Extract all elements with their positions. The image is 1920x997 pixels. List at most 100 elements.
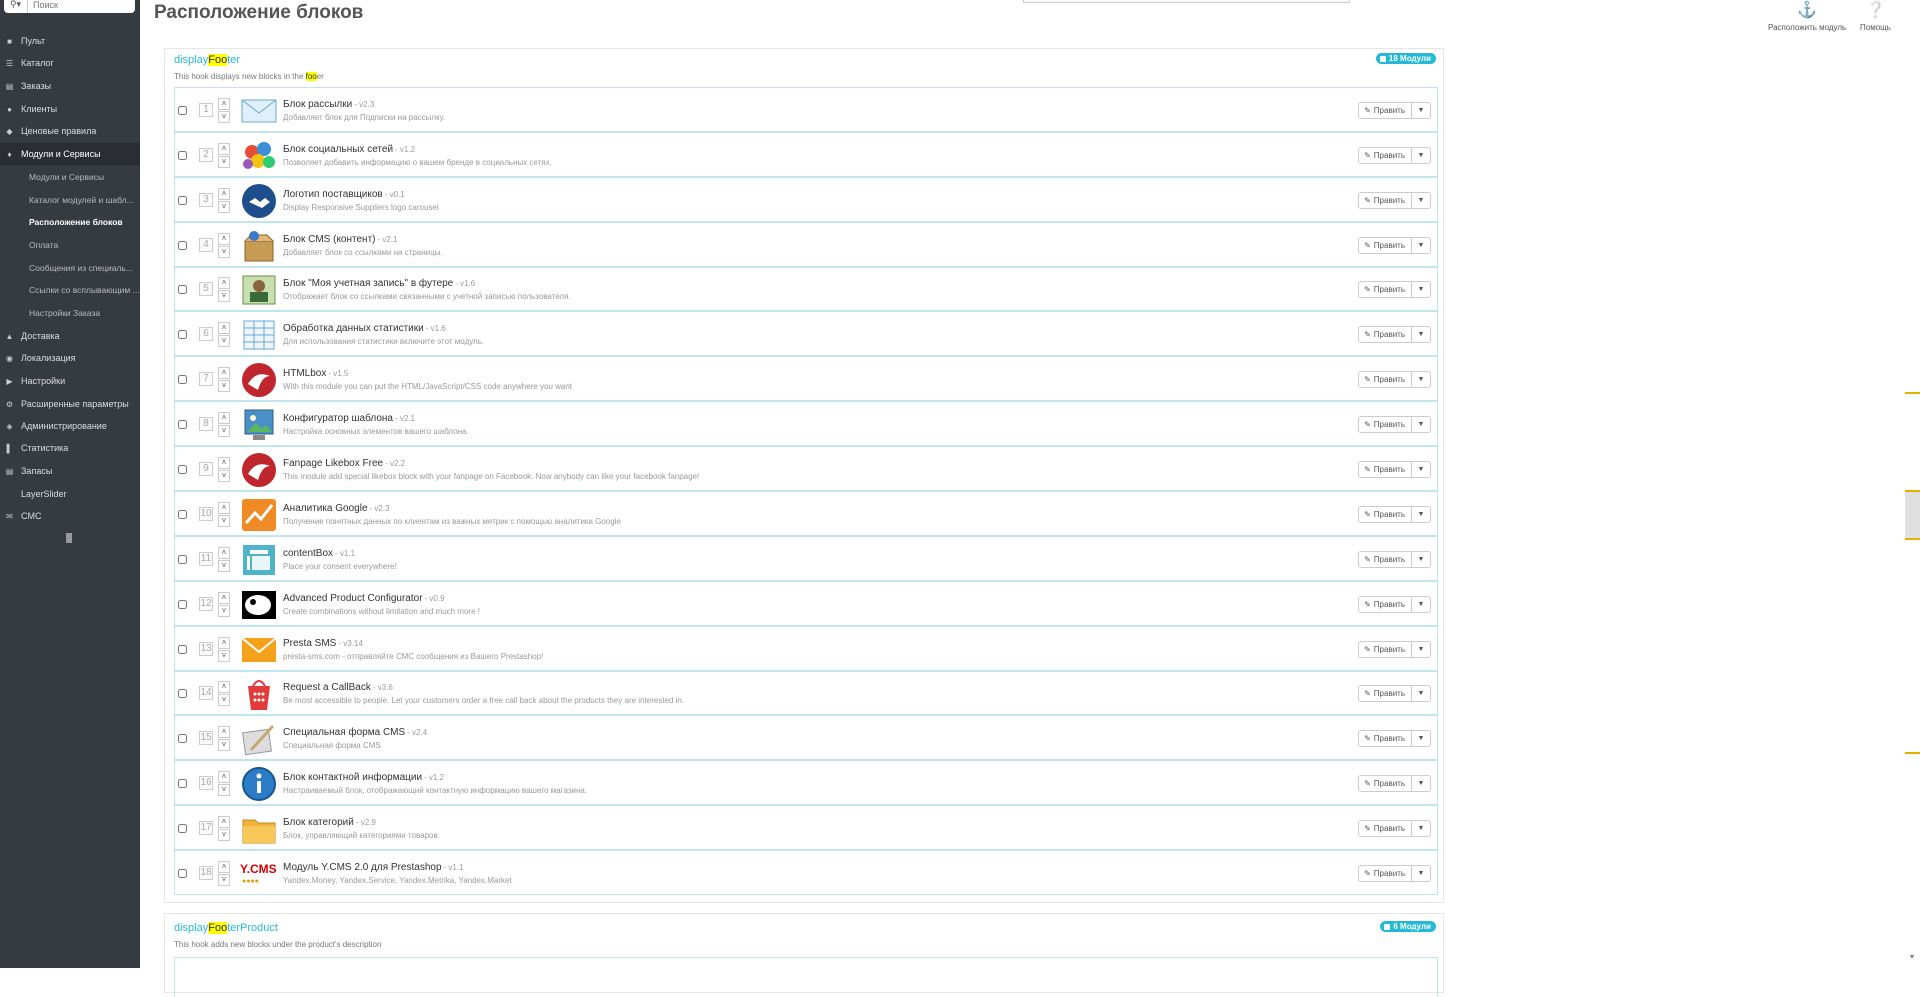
- move-up-icon[interactable]: ˄: [218, 637, 230, 649]
- edit-button[interactable]: ✎ Править: [1359, 193, 1412, 208]
- hook-name[interactable]: displayFooter: [174, 54, 240, 66]
- sidebar-item-12[interactable]: ▤ Запасы: [0, 460, 140, 482]
- module-row[interactable]: 6 ˄ ˅ Обработка данных статистики - v1.6 Для …: [175, 312, 1437, 357]
- sidebar-item-5[interactable]: ♦ Модули и Сервисы: [0, 143, 140, 165]
- sidebar-item-2[interactable]: ▤ Заказы: [0, 75, 140, 97]
- edit-button[interactable]: ✎ Править: [1359, 327, 1412, 342]
- sidebar-subitem-2[interactable]: Расположение блоков: [0, 211, 140, 233]
- module-row[interactable]: 9 ˄ ˅ Fanpage Likebox Free - v2.2 This module…: [175, 447, 1437, 492]
- chevron-down-icon[interactable]: ▼: [1412, 597, 1430, 612]
- module-row[interactable]: 2 ˄ ˅ Блок социальных сетей - v1.2 Позволяет …: [175, 133, 1437, 178]
- module-row[interactable]: 5 ˄ ˅ Блок "Моя учетная запись" в футере - v…: [175, 268, 1437, 312]
- move-up-icon[interactable]: ˄: [218, 816, 230, 828]
- chevron-down-icon[interactable]: ▼: [1412, 148, 1430, 163]
- chevron-down-icon[interactable]: ▼: [1412, 417, 1430, 432]
- edit-button[interactable]: ✎ Править: [1359, 597, 1412, 612]
- edit-button[interactable]: ✎ Править: [1359, 507, 1412, 522]
- move-up-icon[interactable]: ˄: [218, 502, 230, 514]
- module-checkbox[interactable]: [178, 689, 187, 698]
- move-up-icon[interactable]: ˄: [218, 322, 230, 334]
- sidebar-item-9[interactable]: ⚙ Расширенные параметры: [0, 393, 140, 415]
- edit-button[interactable]: ✎ Править: [1359, 282, 1412, 297]
- chevron-down-icon[interactable]: ▼: [1412, 821, 1430, 836]
- module-checkbox[interactable]: [178, 330, 187, 339]
- edit-button[interactable]: ✎ Править: [1359, 103, 1412, 118]
- chevron-down-icon[interactable]: ▼: [1412, 731, 1430, 746]
- module-row[interactable]: 12 ˄ ˅ Advanced Product Configurator - v0.9 C…: [175, 582, 1437, 627]
- sidebar-subitem-4[interactable]: Сообщения из специаль...: [0, 257, 140, 279]
- edit-button[interactable]: ✎ Править: [1359, 372, 1412, 387]
- help-button[interactable]: ❔ Помощь: [1860, 0, 1891, 32]
- sidebar-item-14[interactable]: ✉ CMC: [0, 505, 140, 527]
- move-down-icon[interactable]: ˅: [218, 380, 230, 392]
- move-down-icon[interactable]: ˅: [218, 874, 230, 886]
- move-down-icon[interactable]: ˅: [218, 739, 230, 751]
- move-up-icon[interactable]: ˄: [218, 457, 230, 469]
- sidebar-item-6[interactable]: ▲ Доставка: [0, 325, 140, 347]
- move-down-icon[interactable]: ˅: [218, 425, 230, 437]
- move-up-icon[interactable]: ˄: [218, 681, 230, 693]
- sidebar-subitem-0[interactable]: Модули и Сервисы: [0, 166, 140, 188]
- module-row[interactable]: 10 ˄ ˅ Аналитика Google - v2.3 Получение поня…: [175, 492, 1437, 537]
- module-checkbox[interactable]: [178, 465, 187, 474]
- module-row[interactable]: 18 ˄ ˅ Y.CMS ●●●● Модуль Y.CMS 2.0 для Presta…: [175, 851, 1437, 896]
- edit-button[interactable]: ✎ Править: [1359, 731, 1412, 746]
- module-row[interactable]: 17 ˄ ˅ Блок категорий - v2.9 Блок, управляющи…: [175, 806, 1437, 851]
- chevron-down-icon[interactable]: ▼: [1412, 372, 1430, 387]
- module-row[interactable]: 3 ˄ ˅ Логотип поставщиков - v0.1 Display Resp…: [175, 178, 1437, 223]
- chevron-down-icon[interactable]: ▼: [1412, 103, 1430, 118]
- move-down-icon[interactable]: ˅: [218, 470, 230, 482]
- move-up-icon[interactable]: ˄: [218, 547, 230, 559]
- module-checkbox[interactable]: [178, 241, 187, 250]
- module-row[interactable]: 7 ˄ ˅ HTMLbox - v1.5 With this module you can…: [175, 357, 1437, 402]
- sidebar-subitem-6[interactable]: Настройки Заказа: [0, 302, 140, 324]
- move-down-icon[interactable]: ˅: [218, 650, 230, 662]
- move-down-icon[interactable]: ˅: [218, 156, 230, 168]
- move-up-icon[interactable]: ˄: [218, 233, 230, 245]
- page-scrollbar[interactable]: [1900, 0, 1920, 968]
- sidebar-item-1[interactable]: ☰ Каталог: [0, 52, 140, 74]
- module-checkbox[interactable]: [178, 869, 187, 878]
- edit-button[interactable]: ✎ Править: [1359, 642, 1412, 657]
- sidebar-item-11[interactable]: ▌ Статистика: [0, 437, 140, 459]
- chevron-down-icon[interactable]: ▼: [1412, 552, 1430, 567]
- edit-button[interactable]: ✎ Править: [1359, 552, 1412, 567]
- chevron-down-icon[interactable]: ▼: [1412, 866, 1430, 881]
- move-up-icon[interactable]: ˄: [218, 771, 230, 783]
- edit-button[interactable]: ✎ Править: [1359, 866, 1412, 881]
- module-row[interactable]: 8 ˄ ˅ Конфигуратор шаблона - v2.1 Настройка о…: [175, 402, 1437, 447]
- edit-button[interactable]: ✎ Править: [1359, 821, 1412, 836]
- module-row[interactable]: 4 ˄ ˅ Блок CMS (контент) - v2.1 Добавляет бло…: [175, 223, 1437, 268]
- sidebar-item-0[interactable]: ■ Пульт: [0, 30, 140, 52]
- move-up-icon[interactable]: ˄: [218, 277, 230, 289]
- module-checkbox[interactable]: [178, 555, 187, 564]
- chevron-down-icon[interactable]: ▼: [1412, 327, 1430, 342]
- move-down-icon[interactable]: ˅: [218, 201, 230, 213]
- module-row[interactable]: 15 ˄ ˅ Специальная форма CMS - v2.4 Специальн…: [175, 716, 1437, 761]
- move-up-icon[interactable]: ˄: [218, 367, 230, 379]
- chevron-down-icon[interactable]: ▼: [1412, 642, 1430, 657]
- sidebar-item-10[interactable]: ◈ Администрирование: [0, 415, 140, 437]
- move-down-icon[interactable]: ˅: [218, 335, 230, 347]
- edit-button[interactable]: ✎ Править: [1359, 686, 1412, 701]
- module-checkbox[interactable]: [178, 779, 187, 788]
- sidebar-subitem-3[interactable]: Оплата: [0, 234, 140, 256]
- move-up-icon[interactable]: ˄: [218, 98, 230, 110]
- chevron-down-icon[interactable]: ▼: [1412, 507, 1430, 522]
- module-checkbox[interactable]: [178, 645, 187, 654]
- module-checkbox[interactable]: [178, 420, 187, 429]
- sidebar-item-7[interactable]: ◉ Локализация: [0, 347, 140, 369]
- sidebar-item-3[interactable]: ● Клиенты: [0, 98, 140, 120]
- edit-button[interactable]: ✎ Править: [1359, 148, 1412, 163]
- module-row[interactable]: 11 ˄ ˅ contentBox - v1.1 Place your consent e…: [175, 537, 1437, 582]
- sidebar-subitem-1[interactable]: Каталог модулей и шабл...: [0, 189, 140, 211]
- chevron-down-icon[interactable]: ▼: [1412, 462, 1430, 477]
- chevron-down-icon[interactable]: ▼: [1412, 238, 1430, 253]
- search-icon[interactable]: ⚲▾: [4, 0, 28, 13]
- move-down-icon[interactable]: ˅: [218, 784, 230, 796]
- search-input[interactable]: [28, 0, 128, 10]
- move-up-icon[interactable]: ˄: [218, 592, 230, 604]
- module-checkbox[interactable]: [178, 106, 187, 115]
- sidebar-subitem-5[interactable]: Ссылки со всплывающим ...: [0, 279, 140, 301]
- chevron-down-icon[interactable]: ▼: [1412, 686, 1430, 701]
